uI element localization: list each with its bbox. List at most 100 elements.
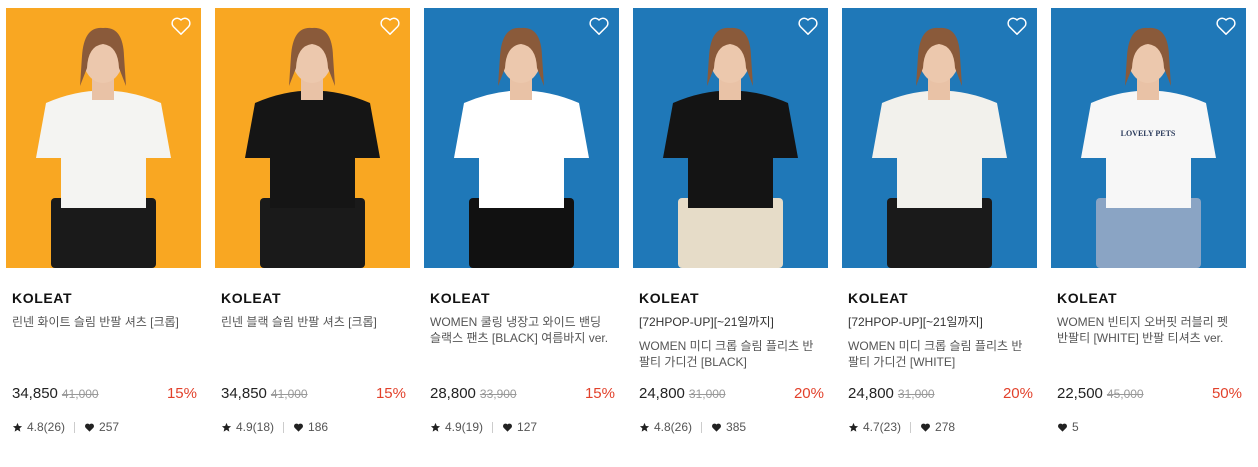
original-price: 45,000 xyxy=(1106,387,1144,401)
svg-text:LOVELY PETS: LOVELY PETS xyxy=(1121,129,1176,138)
sale-price: 34,850 xyxy=(221,385,267,402)
review-stats: 5 xyxy=(1057,420,1079,434)
sale-price: 34,850 xyxy=(12,385,58,402)
sale-price: 28,800 xyxy=(430,385,476,402)
likes-count: 127 xyxy=(517,420,538,434)
wishlist-heart-icon[interactable] xyxy=(1215,16,1237,36)
product-image[interactable] xyxy=(633,8,828,268)
product-info[interactable]: WOMEN 쿨링 냉장고 와이드 밴딩 슬랙스 팬츠 [BLACK] 여름바지 … xyxy=(424,314,619,386)
product-info[interactable]: 린넨 블랙 슬림 반팔 셔츠 [크롭] xyxy=(215,314,410,386)
product-image[interactable] xyxy=(6,8,201,268)
discount-rate: 20% xyxy=(1002,385,1033,402)
product-photo xyxy=(424,8,619,268)
product-image[interactable] xyxy=(424,8,619,268)
wishlist-heart-icon[interactable] xyxy=(797,16,819,36)
product-brand[interactable]: KOLEAT xyxy=(6,290,201,306)
product-info[interactable]: [72HPOP-UP][~21일까지] WOMEN 미디 크롭 슬림 플리츠 반… xyxy=(842,314,1037,386)
price-row: 24,800 31,000 20% xyxy=(639,385,824,402)
product-image[interactable]: LOVELY PETS xyxy=(1051,8,1246,268)
likes-count: 5 xyxy=(1072,420,1079,434)
divider xyxy=(910,421,912,433)
product-info[interactable]: 린넨 화이트 슬림 반팔 셔츠 [크롭] xyxy=(6,314,201,386)
discount-rate: 15% xyxy=(166,385,197,402)
product-brand[interactable]: KOLEAT xyxy=(633,290,828,306)
wishlist-heart-icon[interactable] xyxy=(379,16,401,36)
price-row: 34,850 41,000 15% xyxy=(12,385,197,402)
discount-rate: 50% xyxy=(1211,385,1242,402)
product-brand[interactable]: KOLEAT xyxy=(842,290,1037,306)
product-photo xyxy=(842,8,1037,268)
product-image[interactable] xyxy=(842,8,1037,268)
review-stats: 4.8(26) 385 xyxy=(639,420,746,434)
divider xyxy=(74,421,76,433)
wishlist-heart-icon[interactable] xyxy=(170,16,192,36)
likes-count: 186 xyxy=(308,420,329,434)
product-brand[interactable]: KOLEAT xyxy=(215,290,410,306)
product-image[interactable] xyxy=(215,8,410,268)
rating-group: 4.8(26) xyxy=(639,420,711,434)
divider xyxy=(283,421,285,433)
product-name[interactable]: WOMEN 빈티지 오버핏 러블리 펫 반팔티 [WHITE] 반팔 티셔츠 v… xyxy=(1057,314,1240,346)
rating-text: 4.8(26) xyxy=(654,420,693,434)
original-price: 31,000 xyxy=(897,387,935,401)
likes-heart-icon xyxy=(921,423,931,432)
product-brand[interactable]: KOLEAT xyxy=(1051,290,1246,306)
rating-group: 4.8(26) xyxy=(12,420,84,434)
product-card[interactable]: KOLEAT 린넨 화이트 슬림 반팔 셔츠 [크롭] 34,850 41,00… xyxy=(6,8,201,434)
product-name[interactable]: WOMEN 미디 크롭 슬림 플리츠 반팔티 가디건 [BLACK] xyxy=(639,338,822,370)
wishlist-heart-icon[interactable] xyxy=(588,16,610,36)
product-card[interactable]: KOLEAT [72HPOP-UP][~21일까지] WOMEN 미디 크롭 슬… xyxy=(633,8,828,434)
wishlist-heart-icon[interactable] xyxy=(1006,16,1028,36)
original-price: 41,000 xyxy=(270,387,308,401)
original-price: 41,000 xyxy=(61,387,99,401)
likes-count: 385 xyxy=(726,420,747,434)
product-brand[interactable]: KOLEAT xyxy=(424,290,619,306)
star-icon xyxy=(221,422,232,432)
original-price: 31,000 xyxy=(688,387,726,401)
price-row: 34,850 41,000 15% xyxy=(221,385,406,402)
price-row: 24,800 31,000 20% xyxy=(848,385,1033,402)
review-stats: 4.7(23) 278 xyxy=(848,420,955,434)
likes-heart-icon xyxy=(712,423,722,432)
discount-rate: 15% xyxy=(584,385,615,402)
divider xyxy=(701,421,703,433)
product-card[interactable]: KOLEAT WOMEN 쿨링 냉장고 와이드 밴딩 슬랙스 팬츠 [BLACK… xyxy=(424,8,619,434)
price-row: 22,500 45,000 50% xyxy=(1057,385,1242,402)
likes-count: 278 xyxy=(935,420,956,434)
rating-text: 4.9(19) xyxy=(445,420,484,434)
divider xyxy=(492,421,494,433)
product-info[interactable]: WOMEN 빈티지 오버핏 러블리 펫 반팔티 [WHITE] 반팔 티셔츠 v… xyxy=(1051,314,1246,386)
product-grid: KOLEAT 린넨 화이트 슬림 반팔 셔츠 [크롭] 34,850 41,00… xyxy=(6,8,1246,434)
star-icon xyxy=(639,422,650,432)
original-price: 33,900 xyxy=(479,387,517,401)
discount-rate: 15% xyxy=(375,385,406,402)
product-photo xyxy=(6,8,201,268)
product-card[interactable]: KOLEAT [72HPOP-UP][~21일까지] WOMEN 미디 크롭 슬… xyxy=(842,8,1037,434)
product-photo xyxy=(633,8,828,268)
rating-group: 4.9(18) xyxy=(221,420,293,434)
product-info[interactable]: [72HPOP-UP][~21일까지] WOMEN 미디 크롭 슬림 플리츠 반… xyxy=(633,314,828,386)
product-name[interactable]: WOMEN 쿨링 냉장고 와이드 밴딩 슬랙스 팬츠 [BLACK] 여름바지 … xyxy=(430,314,613,346)
product-tag: [72HPOP-UP][~21일까지] xyxy=(848,315,983,329)
review-stats: 4.9(19) 127 xyxy=(430,420,537,434)
product-name[interactable]: WOMEN 미디 크롭 슬림 플리츠 반팔티 가디건 [WHITE] xyxy=(848,338,1031,370)
product-photo: LOVELY PETS xyxy=(1051,8,1246,268)
sale-price: 22,500 xyxy=(1057,385,1103,402)
rating-group: 4.7(23) xyxy=(848,420,920,434)
star-icon xyxy=(848,422,859,432)
product-card[interactable]: LOVELY PETS KOLEAT WOMEN 빈티지 오버핏 러블리 펫 반… xyxy=(1051,8,1246,434)
rating-text: 4.8(26) xyxy=(27,420,66,434)
likes-heart-icon xyxy=(85,423,95,432)
review-stats: 4.8(26) 257 xyxy=(12,420,119,434)
rating-text: 4.9(18) xyxy=(236,420,275,434)
discount-rate: 20% xyxy=(793,385,824,402)
likes-count: 257 xyxy=(99,420,120,434)
review-stats: 4.9(18) 186 xyxy=(221,420,328,434)
product-card[interactable]: KOLEAT 린넨 블랙 슬림 반팔 셔츠 [크롭] 34,850 41,000… xyxy=(215,8,410,434)
star-icon xyxy=(430,422,441,432)
product-name[interactable]: 린넨 블랙 슬림 반팔 셔츠 [크롭] xyxy=(221,314,404,330)
likes-heart-icon xyxy=(1058,423,1067,432)
product-tag: [72HPOP-UP][~21일까지] xyxy=(639,315,774,329)
star-icon xyxy=(12,422,23,432)
product-name[interactable]: 린넨 화이트 슬림 반팔 셔츠 [크롭] xyxy=(12,314,195,330)
